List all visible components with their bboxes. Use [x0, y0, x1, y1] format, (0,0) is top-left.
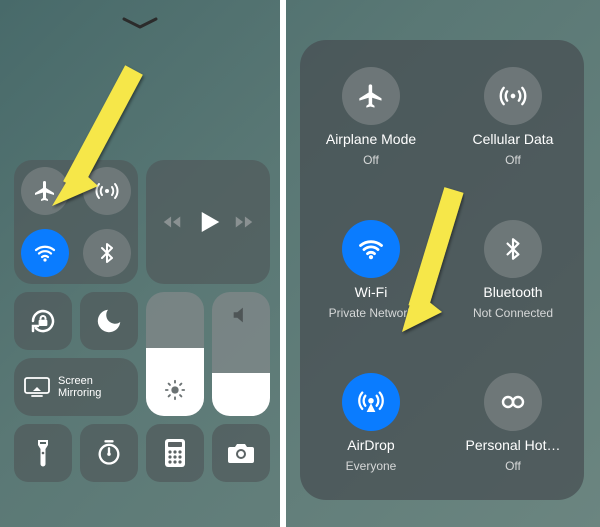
control-center-left: Screen Mirroring	[0, 0, 280, 527]
hotspot-icon-circle	[484, 373, 542, 431]
orientation-lock-icon	[28, 306, 58, 336]
do-not-disturb-toggle[interactable]	[80, 292, 138, 350]
volume-slider[interactable]	[212, 292, 270, 416]
airdrop-icon	[356, 387, 386, 417]
control-center-right: Airplane Mode Off Cellular Data Off Wi-F…	[286, 0, 600, 527]
screenshot: Screen Mirroring	[0, 0, 600, 527]
connectivity-expanded-panel: Airplane Mode Off Cellular Data Off Wi-F…	[300, 40, 584, 500]
screen-mirroring-label: Screen Mirroring	[58, 375, 101, 399]
bluetooth-status: Not Connected	[473, 306, 553, 320]
camera-icon	[226, 441, 256, 465]
calculator-button[interactable]	[146, 424, 204, 482]
cellular-toggle[interactable]	[83, 167, 131, 215]
cellular-data-status: Off	[505, 153, 521, 167]
wifi-toggle[interactable]	[21, 229, 69, 277]
chevron-down-icon	[120, 16, 160, 30]
bluetooth-icon	[95, 241, 119, 265]
airplane-icon-circle	[342, 67, 400, 125]
airplane-toggle[interactable]	[21, 167, 69, 215]
wifi-label: Wi-Fi	[355, 284, 388, 300]
cellular-icon-circle	[484, 67, 542, 125]
wifi-icon	[357, 235, 385, 263]
screen-mirroring-button[interactable]: Screen Mirroring	[14, 358, 138, 416]
bluetooth-icon-circle	[484, 220, 542, 278]
airdrop-label: AirDrop	[347, 437, 394, 453]
brightness-slider[interactable]	[146, 292, 204, 416]
personal-hotspot-status: Off	[505, 459, 521, 473]
collapse-handle[interactable]	[120, 16, 160, 30]
cellular-icon	[95, 179, 119, 203]
forward-icon	[233, 211, 255, 233]
camera-button[interactable]	[212, 424, 270, 482]
media-tile[interactable]	[146, 160, 270, 284]
bluetooth-toggle[interactable]	[83, 229, 131, 277]
timer-button[interactable]	[80, 424, 138, 482]
connectivity-tile[interactable]	[14, 160, 138, 284]
wifi-icon-circle	[342, 220, 400, 278]
play-icon[interactable]	[193, 207, 223, 237]
airplane-mode-status: Off	[363, 153, 379, 167]
bluetooth-label: Bluetooth	[483, 284, 542, 300]
wifi-cell[interactable]: Wi-Fi Private Network	[300, 193, 442, 346]
bluetooth-cell[interactable]: Bluetooth Not Connected	[442, 193, 584, 346]
airplane-icon	[357, 82, 385, 110]
personal-hotspot-label: Personal Hot…	[466, 437, 561, 453]
cellular-data-cell[interactable]: Cellular Data Off	[442, 40, 584, 193]
orientation-lock-toggle[interactable]	[14, 292, 72, 350]
wifi-icon	[33, 241, 57, 265]
calculator-icon	[163, 438, 187, 468]
airplane-mode-label: Airplane Mode	[326, 131, 416, 147]
wifi-status: Private Network	[329, 306, 414, 320]
timer-icon	[95, 439, 123, 467]
cellular-icon	[499, 82, 527, 110]
cellular-data-label: Cellular Data	[473, 131, 554, 147]
airdrop-cell[interactable]: AirDrop Everyone	[300, 347, 442, 500]
volume-icon	[230, 304, 252, 331]
brightness-icon	[164, 379, 186, 406]
moon-icon	[94, 306, 124, 336]
flashlight-button[interactable]	[14, 424, 72, 482]
airdrop-icon-circle	[342, 373, 400, 431]
airdrop-status: Everyone	[346, 459, 397, 473]
airplane-mode-cell[interactable]: Airplane Mode Off	[300, 40, 442, 193]
bluetooth-icon	[500, 236, 526, 262]
screen-mirroring-icon	[24, 377, 50, 397]
personal-hotspot-cell[interactable]: Personal Hot… Off	[442, 347, 584, 500]
volume-fill	[212, 373, 270, 416]
rewind-icon	[161, 211, 183, 233]
airplane-icon	[33, 179, 57, 203]
hotspot-icon	[498, 392, 528, 412]
flashlight-icon	[33, 438, 53, 468]
